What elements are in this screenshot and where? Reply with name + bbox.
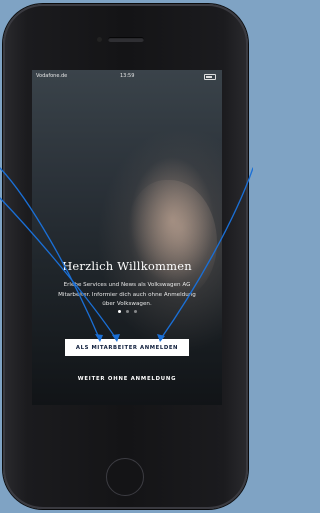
continue-without-login-button[interactable]: WEITER OHNE ANMELDUNG <box>65 373 189 385</box>
welcome-subtitle: Erlebe Services und News als Volkswagen … <box>42 281 212 310</box>
page-dot[interactable] <box>133 310 137 313</box>
carrier-label: Vodafone.de <box>36 73 68 79</box>
subtitle-line: Erlebe Services und News als Volkswagen … <box>63 282 191 288</box>
status-bar: Vodafone.de 13:59 <box>32 70 222 82</box>
employee-login-button[interactable]: ALS MITARBEITER ANMELDEN <box>65 339 189 356</box>
earpiece-speaker <box>108 37 144 42</box>
subtitle-line: über Volkswagen. <box>102 301 152 307</box>
home-button[interactable] <box>106 458 144 496</box>
page-dot[interactable] <box>125 310 129 313</box>
battery-icon <box>204 74 216 80</box>
subtitle-line: Mitarbeiter. Informier dich auch ohne An… <box>58 291 196 298</box>
page-dot-active[interactable] <box>117 310 121 313</box>
front-camera <box>97 37 102 42</box>
page-indicator <box>32 310 222 313</box>
status-time: 13:59 <box>120 73 135 79</box>
app-screen: Vodafone.de 13:59 Herzlich Willkommen Er… <box>32 70 222 405</box>
welcome-title: Herzlich Willkommen <box>62 259 192 273</box>
phone-frame: Vodafone.de 13:59 Herzlich Willkommen Er… <box>3 4 248 509</box>
